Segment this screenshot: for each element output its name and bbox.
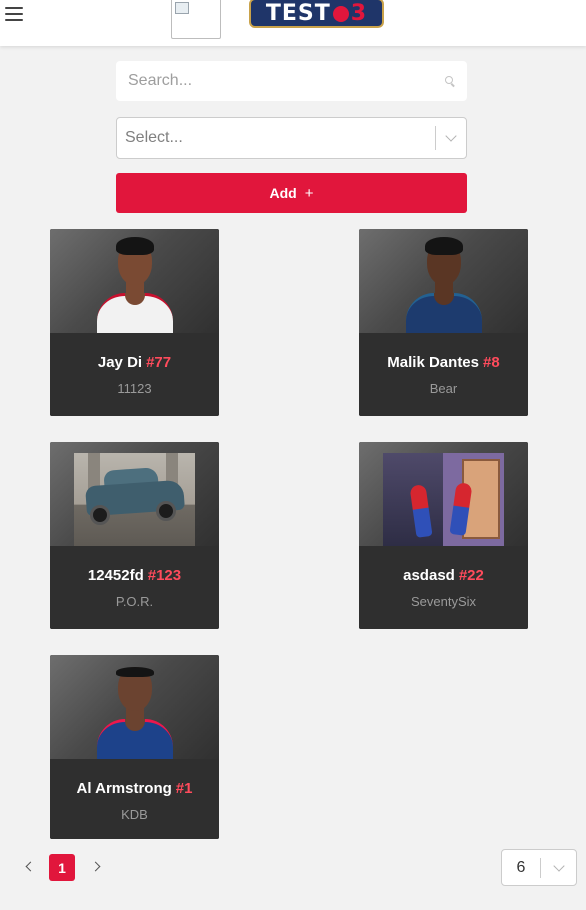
player-number: #22 — [458, 567, 484, 584]
player-number: #1 — [175, 780, 193, 797]
logo-number: 3 — [350, 0, 368, 26]
page-size-value: 6 — [516, 858, 526, 876]
player-team: Bear — [429, 381, 458, 396]
logo-text: TEST — [265, 0, 331, 26]
player-name: Al Armstrong — [76, 780, 172, 797]
chevron-right-icon — [90, 861, 101, 872]
player-team: SeventySix — [410, 594, 477, 609]
filter-select[interactable]: Select... — [116, 117, 467, 159]
player-photo — [50, 442, 219, 546]
top-bar: TEST 3 — [0, 0, 586, 46]
hamburger-menu-icon[interactable] — [5, 7, 23, 21]
chevron-down-icon[interactable] — [436, 118, 466, 158]
player-portrait — [97, 237, 173, 333]
player-photo — [359, 229, 528, 333]
player-number: #77 — [146, 354, 172, 371]
player-photo — [50, 655, 219, 759]
next-page-button[interactable] — [90, 861, 102, 872]
search-icon — [445, 76, 455, 86]
player-team: P.O.R. — [115, 594, 154, 609]
player-team: KDB — [121, 807, 148, 822]
page-size-select[interactable]: 6 — [501, 849, 577, 886]
player-photo — [50, 229, 219, 333]
player-portrait — [406, 237, 482, 333]
player-number: #123 — [147, 567, 182, 584]
search-placeholder: Search... — [128, 72, 193, 89]
page-1-button[interactable]: 1 — [49, 854, 75, 881]
player-name: Jay Di — [97, 354, 143, 371]
player-card[interactable]: Jay Di #77 11123 — [50, 229, 219, 416]
basketball-icon — [332, 6, 349, 22]
player-photo — [359, 442, 528, 546]
plus-icon: + — [304, 184, 314, 202]
logo[interactable]: TEST 3 — [249, 0, 384, 28]
player-team: 11123 — [117, 381, 152, 396]
player-name: Malik Dantes — [387, 354, 479, 371]
player-card[interactable]: 12452fd #123 P.O.R. — [50, 442, 219, 629]
player-card[interactable]: asdasd #22 SeventySix — [359, 442, 528, 629]
previous-page-button[interactable] — [24, 861, 36, 872]
spiderman-image — [383, 453, 504, 546]
player-card[interactable]: Al Armstrong #1 KDB — [50, 655, 219, 839]
chevron-down-icon — [541, 850, 576, 885]
broken-image-icon — [171, 0, 221, 39]
player-card[interactable]: Malik Dantes #8 Bear — [359, 229, 528, 416]
add-button-label: Add — [269, 185, 297, 201]
search-input[interactable]: Search... — [116, 61, 467, 101]
player-number: #8 — [483, 354, 500, 371]
chevron-left-icon — [25, 861, 36, 872]
car-image — [74, 453, 195, 546]
add-player-button[interactable]: Add + — [116, 173, 467, 213]
select-placeholder: Select... — [125, 129, 183, 146]
player-portrait — [97, 663, 173, 759]
player-name: asdasd — [403, 567, 455, 584]
player-name: 12452fd — [87, 567, 144, 584]
